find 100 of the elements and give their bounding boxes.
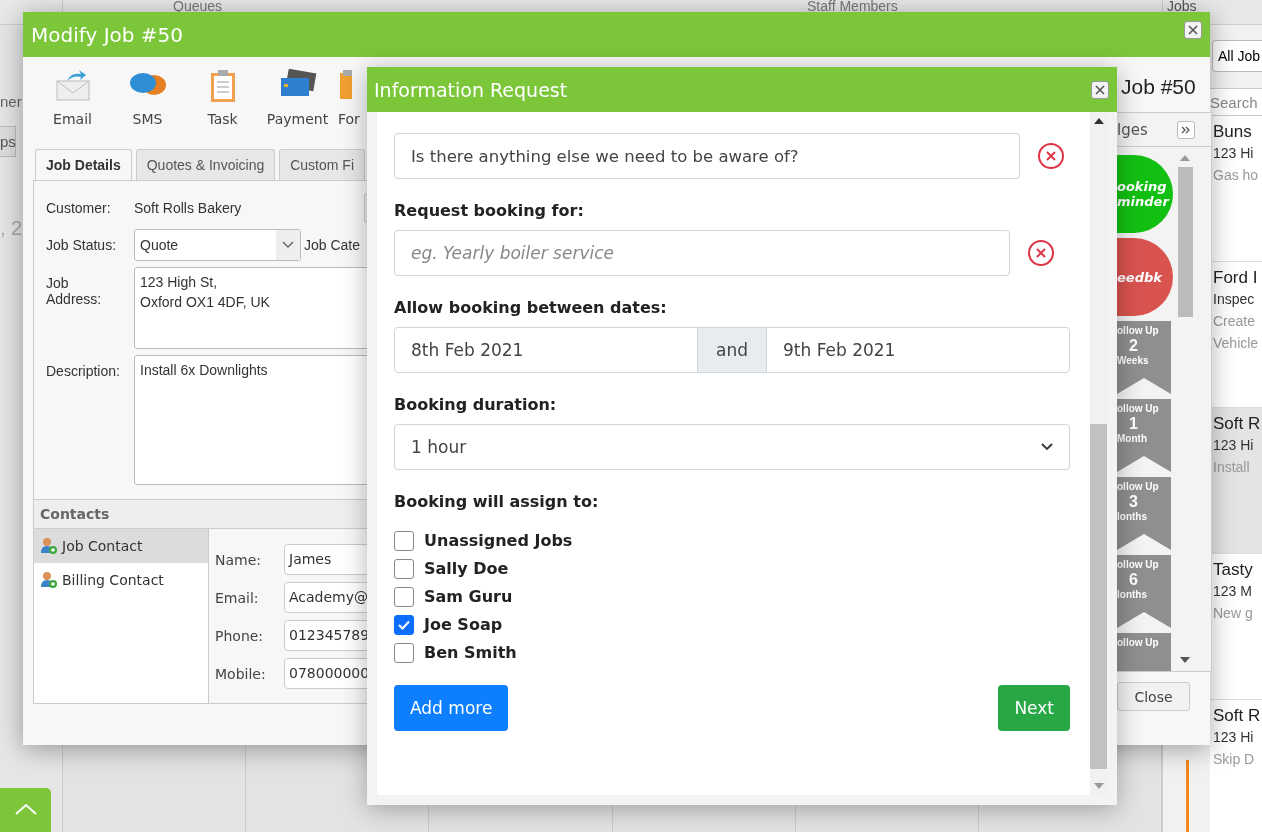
job-detail: 123 Hi xyxy=(1213,144,1255,163)
job-detail: 123 Hi xyxy=(1213,728,1255,747)
remove-icon[interactable] xyxy=(1026,238,1056,268)
envelope-icon xyxy=(54,69,91,101)
end-date-field[interactable]: 9th Feb 2021 xyxy=(766,327,1070,373)
field-label: Description: xyxy=(46,362,121,379)
section-header: Contacts xyxy=(34,499,367,529)
column-header: Staff Members xyxy=(807,0,898,14)
checkbox[interactable] xyxy=(394,643,414,663)
checkbox[interactable] xyxy=(394,559,414,579)
toolbar-button[interactable]: Payment xyxy=(260,69,335,127)
field-label: Booking will assign to: xyxy=(394,492,600,511)
toolbar-button[interactable]: SMS xyxy=(110,69,185,127)
person-add-icon xyxy=(40,571,58,589)
double-chevron-icon xyxy=(1181,125,1191,134)
address-field[interactable]: 123 High St, Oxford OX1 4DF, UK xyxy=(134,267,367,349)
toolbar-button[interactable]: Task xyxy=(185,69,260,127)
checkbox-label: Ben Smith xyxy=(424,643,517,663)
toolbar-button[interactable]: Email xyxy=(35,69,110,127)
field-label: Email: xyxy=(215,589,260,606)
job-detail: Skip D xyxy=(1213,750,1256,769)
scroll-down-arrow-icon[interactable] xyxy=(1180,657,1190,663)
job-detail: Install xyxy=(1213,458,1251,477)
booking-field[interactable]: eg. Yearly boiler service xyxy=(394,230,1010,276)
close-button[interactable] xyxy=(1091,80,1109,99)
job-detail: Create xyxy=(1213,312,1257,331)
field-label: Job Status: xyxy=(46,237,118,253)
caret-icon xyxy=(1041,443,1053,451)
duration-select[interactable]: 1 hour xyxy=(394,424,1070,470)
job-card[interactable]: Soft R 123 Hi Skip D xyxy=(1210,700,1262,832)
sidebar-label: ner xyxy=(0,93,22,110)
add-more-button[interactable]: Add more xyxy=(394,685,509,731)
customer-name: Soft Rolls Bakery xyxy=(134,200,243,216)
job-title: Soft R xyxy=(1213,706,1262,726)
scrollbar-thumb[interactable] xyxy=(1177,167,1193,317)
description-field[interactable]: Install 6x Downlights xyxy=(134,355,367,485)
tab[interactable]: Job Details xyxy=(35,149,132,180)
checkbox-label: Sally Doe xyxy=(424,559,509,579)
checkbox[interactable] xyxy=(394,615,414,635)
column-header: Jobs xyxy=(1167,0,1197,14)
question-field[interactable]: Is there anything else we need to be aware of? xyxy=(394,133,1020,179)
contact-item[interactable]: Billing Contact xyxy=(34,563,208,597)
start-date-field[interactable]: 8th Feb 2021 xyxy=(394,327,698,373)
field-label: Job Cate xyxy=(304,237,361,253)
job-card[interactable]: Ford I Inspec Create Vehicle xyxy=(1210,262,1262,408)
column-header: Queues xyxy=(173,0,223,14)
scrollbar-thumb[interactable] xyxy=(1090,424,1107,769)
job-detail: 123 Hi xyxy=(1213,436,1255,455)
caret-icon xyxy=(282,241,294,249)
scroll-up-arrow-icon[interactable] xyxy=(1093,118,1104,124)
job-title: Ford I xyxy=(1213,268,1259,288)
checkmark-icon xyxy=(398,620,410,630)
job-heading: Job #50 xyxy=(1121,75,1197,99)
field-label: Booking duration: xyxy=(394,395,558,414)
search-field[interactable]: Search xyxy=(1210,88,1262,116)
remove-icon[interactable] xyxy=(1036,141,1066,171)
close-button[interactable] xyxy=(1184,20,1202,39)
input-field[interactable]: James xyxy=(284,544,367,575)
toolbar-button[interactable]: For xyxy=(335,69,367,127)
checkbox-label: Sam Guru xyxy=(424,587,513,607)
field-label: Name: xyxy=(215,551,263,568)
chevron-up-icon xyxy=(13,802,38,816)
job-detail: Vehicle xyxy=(1213,334,1260,353)
field-label: Phone: xyxy=(215,627,265,644)
field-label: Allow booking between dates: xyxy=(394,298,668,317)
checkbox[interactable] xyxy=(394,531,414,551)
job-detail: New g xyxy=(1213,604,1254,623)
close-icon xyxy=(1188,24,1198,35)
field-label: Job Address: xyxy=(46,274,103,307)
window-title: Modify Job #50 xyxy=(31,22,184,47)
sidebar-button[interactable]: ps xyxy=(0,126,16,157)
job-card[interactable]: Soft R 123 Hi Install xyxy=(1210,408,1262,554)
input-field[interactable]: Academy@ xyxy=(284,582,367,613)
job-card[interactable]: Tasty 123 M New g xyxy=(1210,554,1262,700)
field-label: Customer: xyxy=(46,200,112,216)
job-detail: Inspec xyxy=(1213,290,1256,309)
jobs-filter-select[interactable]: All Job xyxy=(1212,40,1262,72)
checkbox-label: Joe Soap xyxy=(424,615,503,635)
tab[interactable]: Custom Fi xyxy=(279,149,365,180)
field-label: Request booking for: xyxy=(394,201,585,220)
checkbox[interactable] xyxy=(394,587,414,607)
job-detail: 123 M xyxy=(1213,582,1253,601)
dialog-title: Information Request xyxy=(374,78,568,101)
job-title: Soft R xyxy=(1213,414,1262,434)
job-card[interactable]: Buns 123 Hi Gas ho xyxy=(1210,116,1262,262)
person-add-icon xyxy=(40,537,58,555)
expand-button[interactable] xyxy=(1177,120,1195,139)
tab[interactable]: Quotes & Invoicing xyxy=(135,149,276,180)
close-button[interactable]: Close xyxy=(1117,682,1190,711)
panel-title: lges xyxy=(1117,120,1148,139)
job-title: Buns xyxy=(1213,122,1253,142)
job-title: Tasty xyxy=(1213,560,1254,580)
job-detail: Gas ho xyxy=(1213,166,1260,185)
field-label: Mobile: xyxy=(215,665,267,682)
date-label: , 2 xyxy=(0,217,23,240)
credit-card-icon xyxy=(278,69,317,99)
badge[interactable]: eedbk xyxy=(1117,238,1173,316)
contact-item[interactable]: Job Contact xyxy=(34,529,208,563)
date-separator: and xyxy=(698,327,766,373)
status-select[interactable]: Quote xyxy=(134,229,301,261)
